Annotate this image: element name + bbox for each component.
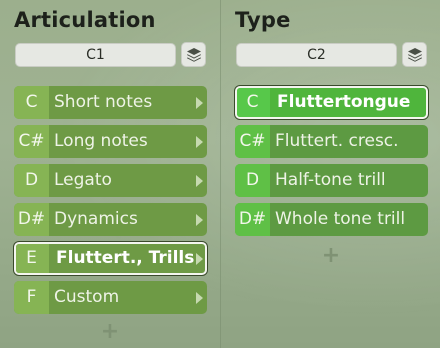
row-label: Legato bbox=[54, 170, 112, 190]
row-label: Short notes bbox=[54, 92, 153, 112]
articulation-list: C Short notes C# Long notes D Legato D# … bbox=[14, 86, 207, 320]
chevron-right-icon bbox=[196, 97, 203, 109]
row-label: Fluttert. cresc. bbox=[275, 131, 399, 151]
articulation-item-custom[interactable]: F Custom bbox=[14, 281, 207, 314]
row-label: Custom bbox=[54, 287, 120, 307]
type-item-half-tone-trill[interactable]: D Half-tone trill bbox=[235, 164, 428, 197]
row-label: Fluttertongue bbox=[277, 92, 411, 112]
type-column: Type C2 C Fluttertongue C# Fluttert. cre… bbox=[221, 0, 440, 348]
row-label: Long notes bbox=[54, 131, 148, 151]
type-layers-button[interactable] bbox=[402, 42, 427, 67]
articulation-title: Articulation bbox=[14, 8, 156, 32]
row-key: C# bbox=[235, 125, 270, 158]
articulation-preset-field[interactable]: C1 bbox=[15, 43, 176, 67]
row-label: Half-tone trill bbox=[275, 170, 386, 190]
row-key: E bbox=[16, 244, 49, 273]
articulation-column: Articulation C1 C Short notes C# Long no… bbox=[0, 0, 220, 348]
row-key: D bbox=[235, 164, 270, 197]
type-list: C Fluttertongue C# Fluttert. cresc. D Ha… bbox=[235, 86, 428, 242]
row-key: D# bbox=[235, 203, 270, 236]
row-key: D# bbox=[14, 203, 49, 236]
row-label: Dynamics bbox=[54, 209, 138, 229]
articulation-layers-button[interactable] bbox=[181, 42, 206, 67]
type-title: Type bbox=[235, 8, 291, 32]
row-key: D bbox=[14, 164, 49, 197]
chevron-right-icon bbox=[196, 214, 203, 226]
chevron-right-icon bbox=[196, 253, 203, 265]
row-label: Whole tone trill bbox=[275, 209, 406, 229]
type-item-whole-tone-trill[interactable]: D# Whole tone trill bbox=[235, 203, 428, 236]
type-item-fluttert-cresc[interactable]: C# Fluttert. cresc. bbox=[235, 125, 428, 158]
chevron-right-icon bbox=[196, 292, 203, 304]
chevron-right-icon bbox=[196, 175, 203, 187]
chevron-right-icon bbox=[196, 136, 203, 148]
articulation-item-dynamics[interactable]: D# Dynamics bbox=[14, 203, 207, 236]
articulation-item-long-notes[interactable]: C# Long notes bbox=[14, 125, 207, 158]
type-item-fluttertongue[interactable]: C Fluttertongue bbox=[235, 86, 428, 119]
articulation-item-fluttert-trills[interactable]: E Fluttert., Trills bbox=[14, 242, 207, 275]
articulation-item-legato[interactable]: D Legato bbox=[14, 164, 207, 197]
type-preset-field[interactable]: C2 bbox=[236, 43, 397, 67]
add-articulation-button[interactable]: + bbox=[100, 321, 120, 343]
layers-icon bbox=[408, 48, 422, 62]
row-key: C bbox=[237, 88, 270, 117]
layers-icon bbox=[187, 48, 201, 62]
row-key: C bbox=[14, 86, 49, 119]
row-key: C# bbox=[14, 125, 49, 158]
add-type-button[interactable]: + bbox=[321, 245, 341, 267]
row-label: Fluttert., Trills bbox=[56, 248, 195, 268]
row-key: F bbox=[14, 281, 49, 314]
articulation-item-short-notes[interactable]: C Short notes bbox=[14, 86, 207, 119]
